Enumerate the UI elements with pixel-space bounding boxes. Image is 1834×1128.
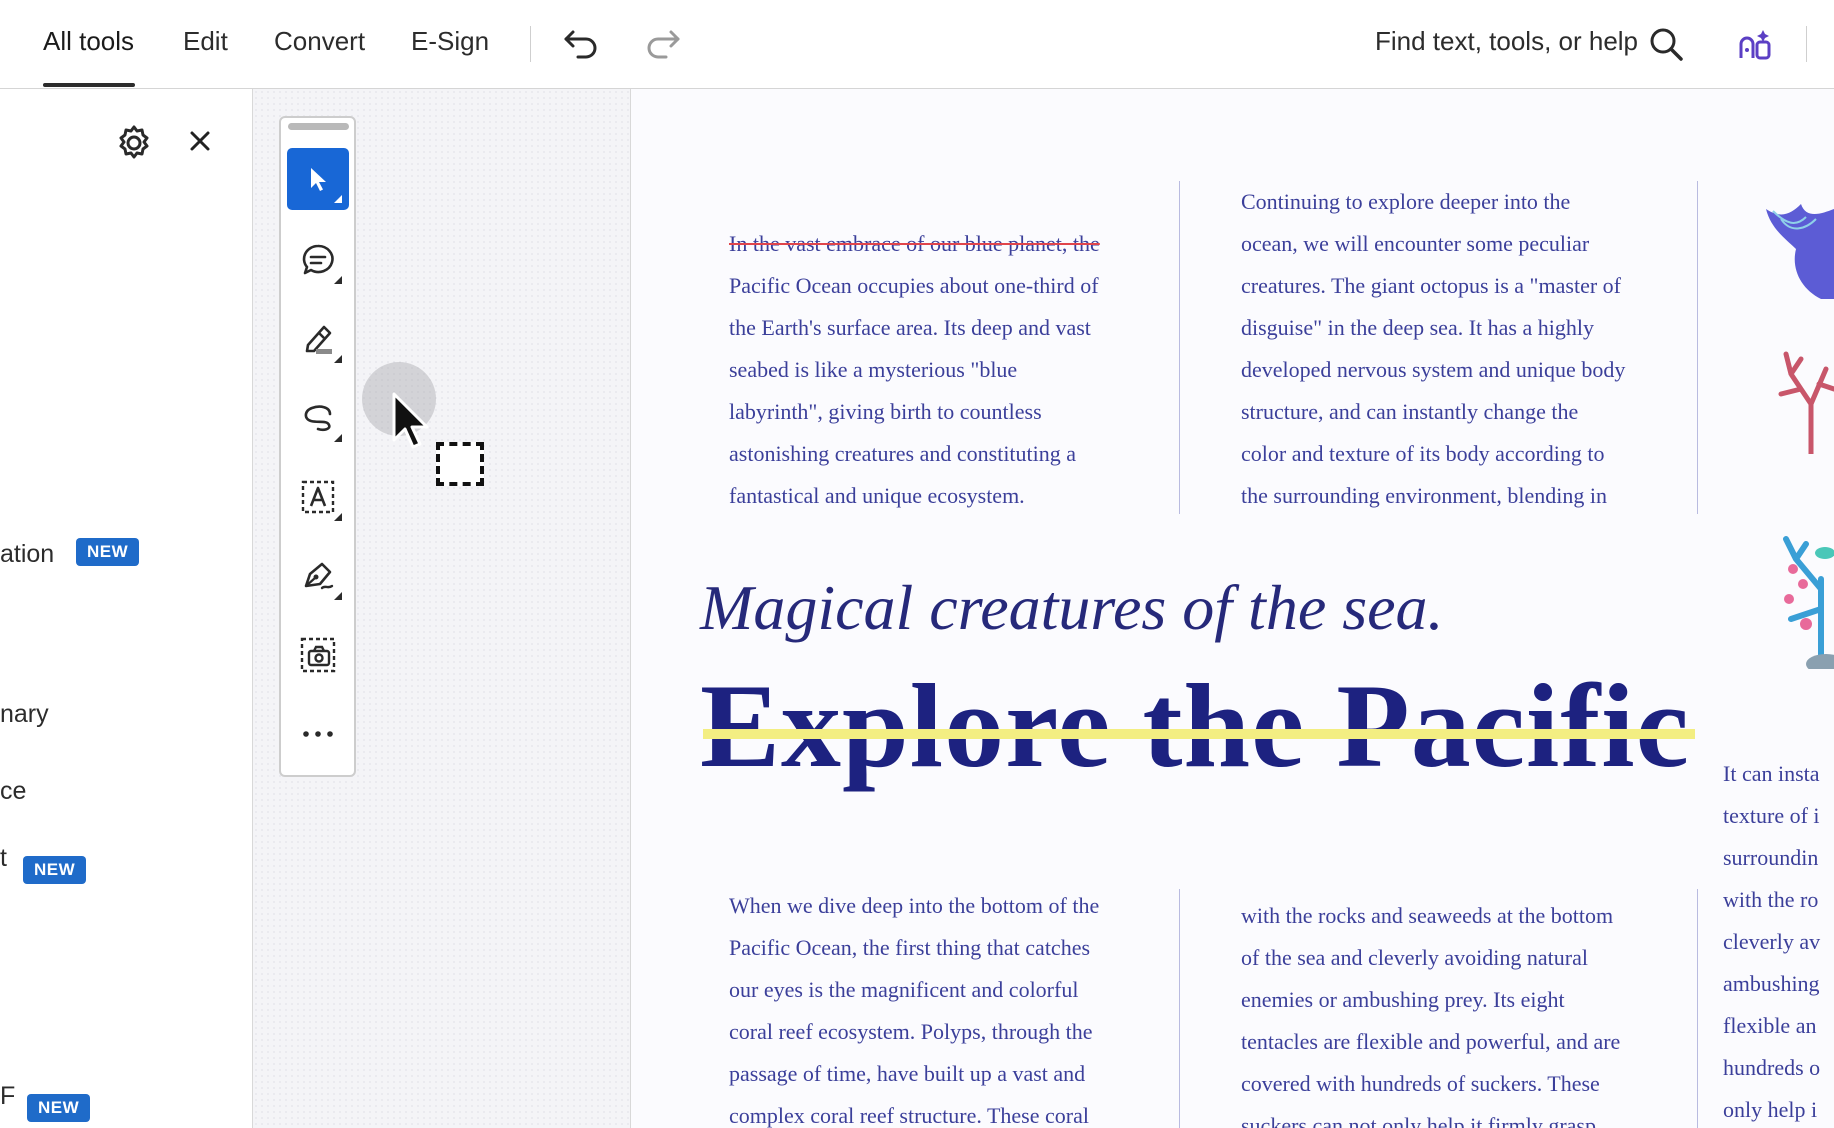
column-rule: [1179, 889, 1180, 1128]
close-icon[interactable]: [182, 123, 218, 159]
struck-through-line: In the vast embrace of our blue planet, …: [729, 231, 1100, 256]
column-2-top-text: Continuing to explore deeper into the oc…: [1241, 189, 1626, 508]
active-tab-indicator: [43, 83, 135, 87]
draw-tool[interactable]: [287, 387, 349, 449]
panel-item-2[interactable]: nary: [0, 700, 49, 729]
panel-item-5[interactable]: F: [0, 1082, 15, 1111]
text-select-tool[interactable]: [287, 466, 349, 528]
coral-illustration: [1783, 536, 1834, 669]
more-tools[interactable]: [287, 703, 349, 765]
pen-sign-icon: [304, 562, 334, 590]
tools-panel: ation NEW nary ce t NEW F NEW: [0, 89, 253, 1128]
column-rule: [1697, 889, 1698, 1128]
mouse-pointer-icon: [392, 392, 429, 449]
page-headline: Explore the Pacific: [700, 659, 1690, 792]
tab-convert[interactable]: Convert: [274, 26, 365, 57]
highlight-tool[interactable]: [287, 308, 349, 370]
quick-tools-toolbar: [279, 116, 356, 777]
divider: [530, 26, 531, 62]
select-tool[interactable]: [287, 148, 349, 210]
panel-item-1[interactable]: ation: [0, 540, 54, 569]
column-rule: [1179, 181, 1180, 514]
arrow-cursor-icon: [311, 168, 326, 191]
new-badge: NEW: [76, 538, 140, 566]
highlight-strike-annotation[interactable]: [703, 729, 1695, 739]
column-1-top-text: In the vast embrace of our blue planet, …: [729, 181, 1109, 559]
comment-tool[interactable]: [287, 229, 349, 291]
page-subtitle: Magical creatures of the sea.: [700, 572, 1444, 643]
top-bar: All tools Edit Convert E-Sign Find text,…: [0, 0, 1834, 89]
undo-icon[interactable]: [556, 24, 604, 64]
panel-item-4[interactable]: t: [0, 844, 7, 873]
column-2-bottom-text: with the rocks and seaweeds at the botto…: [1241, 903, 1621, 1128]
tab-e-sign[interactable]: E-Sign: [411, 26, 489, 57]
gear-icon[interactable]: [112, 121, 156, 165]
panel-item-3[interactable]: ce: [0, 777, 26, 806]
comment-icon: [302, 244, 334, 275]
new-badge: NEW: [27, 1094, 91, 1122]
snapshot-tool[interactable]: [287, 624, 349, 686]
ai-assistant-icon[interactable]: [1733, 22, 1779, 66]
text-box-icon: [301, 480, 335, 514]
pdf-page: In the vast embrace of our blue planet, …: [631, 89, 1834, 1128]
new-badge: NEW: [23, 856, 87, 884]
coral-illustration: [1778, 351, 1834, 454]
highlighter-icon: [305, 325, 332, 354]
freehand-icon: [304, 405, 332, 432]
redo-icon[interactable]: [640, 24, 688, 64]
search-icon[interactable]: [1646, 24, 1686, 64]
column-1-top-body: Pacific Ocean occupies about one-third o…: [729, 273, 1099, 508]
tab-all-tools[interactable]: All tools: [43, 26, 134, 57]
sign-tool[interactable]: [287, 545, 349, 607]
divider: [1806, 26, 1807, 62]
coral-illustration: [1766, 204, 1834, 299]
column-rule: [1697, 181, 1698, 514]
ellipsis-icon: [303, 731, 333, 737]
search-label[interactable]: Find text, tools, or help: [1375, 26, 1638, 57]
drag-handle[interactable]: [288, 123, 349, 130]
marquee-selection-icon: [436, 442, 484, 486]
column-3-text: It can insta texture of i surroundin wit…: [1723, 761, 1821, 1122]
column-1-bottom-text: When we dive deep into the bottom of the…: [729, 893, 1100, 1128]
tab-edit[interactable]: Edit: [183, 26, 228, 57]
camera-snapshot-icon: [300, 637, 336, 673]
